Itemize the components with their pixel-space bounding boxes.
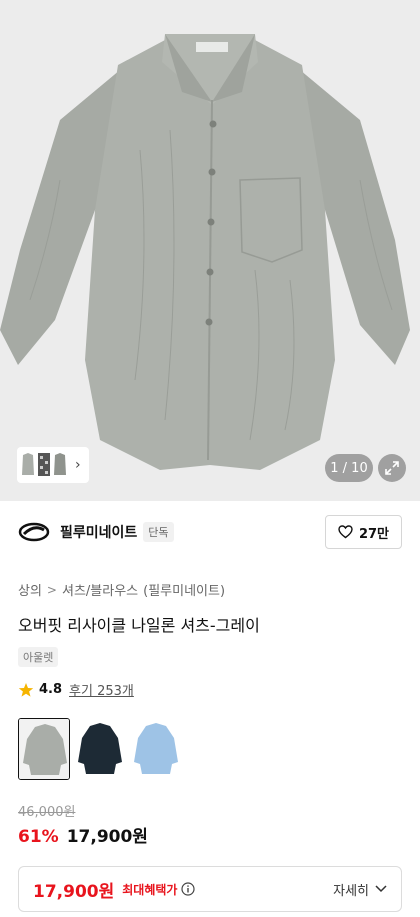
breadcrumb-item-shirts[interactable]: 셔츠/블라우스 xyxy=(62,580,138,599)
like-count: 27만 xyxy=(358,526,389,542)
detail-toggle[interactable]: 자세히 xyxy=(333,880,387,899)
thumbnail-gray-shirt xyxy=(22,453,34,475)
color-option-navy[interactable] xyxy=(74,718,126,780)
color-option-gray[interactable] xyxy=(18,718,70,780)
rating-row: 4.8 후기 253개 xyxy=(18,680,134,699)
thumbnail-strip[interactable]: › xyxy=(17,447,89,483)
outlet-badge: 아울렛 xyxy=(18,647,59,667)
sale-price: 17,900원 xyxy=(66,827,148,847)
exclusive-badge: 단독 xyxy=(143,522,174,542)
original-price: 46,000원 xyxy=(18,805,76,820)
image-counter: 1 / 10 xyxy=(325,454,373,482)
brand-logo-icon[interactable] xyxy=(18,522,50,542)
breadcrumb: 상의 > 셔츠/블라우스 (필루미네이트) xyxy=(18,580,225,600)
brand-name[interactable]: 필루미네이트 xyxy=(60,522,137,542)
star-icon xyxy=(18,682,34,697)
color-option-light-blue[interactable] xyxy=(130,718,182,780)
product-title: 오버핏 리사이클 나일론 셔츠-그레이 xyxy=(18,616,260,635)
max-benefit-bar[interactable]: 17,900원 최대혜택가 자세히 xyxy=(18,866,402,912)
chevron-right-icon[interactable]: › xyxy=(75,457,81,473)
benefit-price: 17,900원 xyxy=(33,881,115,902)
breadcrumb-item-top[interactable]: 상의 xyxy=(18,580,42,599)
detail-label: 자세히 xyxy=(333,883,369,899)
info-icon[interactable] xyxy=(181,882,196,896)
thumbnail-stack xyxy=(54,453,66,475)
like-button[interactable]: 27만 xyxy=(324,515,402,549)
benefit-label: 최대혜택가 xyxy=(122,882,178,897)
rating-score: 4.8 xyxy=(39,682,63,697)
thumbnail-pattern xyxy=(38,453,50,476)
sale-price-row: 61% 17,900원 xyxy=(18,822,148,847)
breadcrumb-item-brand[interactable]: (필루미네이트) xyxy=(143,580,225,599)
brand-row: 필루미네이트 단독 27만 xyxy=(0,511,420,553)
heart-icon xyxy=(338,525,353,539)
discount-rate: 61% xyxy=(18,827,59,847)
chevron-right-icon: > xyxy=(46,582,57,597)
product-image-gallery[interactable]: › 1 / 10 xyxy=(0,0,420,501)
chevron-down-icon xyxy=(375,885,387,893)
product-photo xyxy=(0,0,420,501)
color-options xyxy=(18,718,182,780)
expand-icon[interactable] xyxy=(378,454,406,482)
reviews-link[interactable]: 후기 253개 xyxy=(69,680,134,699)
